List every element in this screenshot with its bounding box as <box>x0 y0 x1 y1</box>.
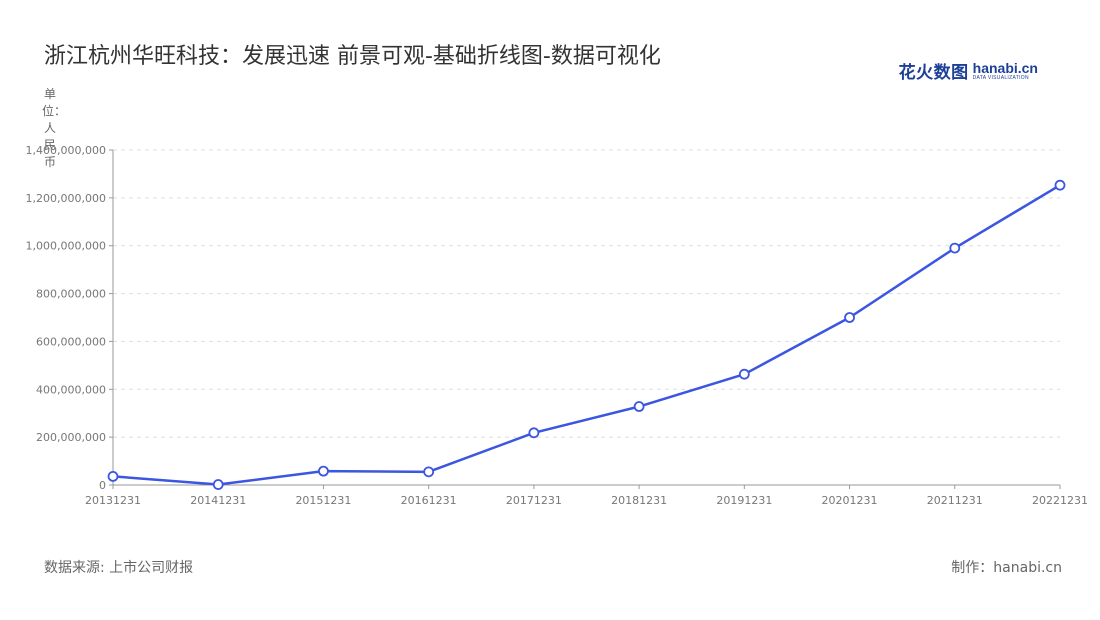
x-tick-label: 20141231 <box>190 494 246 507</box>
data-point[interactable] <box>318 465 329 477</box>
x-tick-label: 20211231 <box>927 494 983 507</box>
data-point[interactable] <box>844 312 855 323</box>
grid-lines <box>113 149 1060 438</box>
y-tick-label: 600,000,000 <box>36 335 106 348</box>
axes <box>109 149 1061 489</box>
x-tick-label: 20191231 <box>716 494 772 507</box>
data-points <box>107 179 1066 490</box>
y-tick-label: 800,000,000 <box>36 288 106 301</box>
x-tick-label: 20181231 <box>611 494 667 507</box>
x-tick-label: 20131231 <box>85 494 141 507</box>
series-line-group <box>112 184 1061 486</box>
x-tick-label: 20221231 <box>1032 494 1088 507</box>
data-point[interactable] <box>949 242 961 254</box>
data-point[interactable] <box>738 368 750 380</box>
data-point[interactable] <box>212 479 224 490</box>
y-tick-label: 1,000,000,000 <box>26 240 106 253</box>
data-point[interactable] <box>423 466 435 478</box>
y-tick-labels: 0 200,000,000 400,000,000 600,000,000 800,00… <box>26 144 106 492</box>
data-point[interactable] <box>107 470 119 482</box>
series-line <box>112 184 1061 486</box>
y-tick-label: 400,000,000 <box>36 383 106 396</box>
y-tick-label: 0 <box>99 479 106 492</box>
y-tick-label: 1,200,000,000 <box>26 192 106 205</box>
x-tick-label: 20201231 <box>822 494 878 507</box>
y-tick-label: 200,000,000 <box>36 431 106 444</box>
line-chart: 0 200,000,000 400,000,000 600,000,000 800,00… <box>26 144 1088 507</box>
y-tick-label: 1,400,000,000 <box>26 144 106 157</box>
x-tick-label: 20171231 <box>506 494 562 507</box>
x-tick-label: 20161231 <box>401 494 457 507</box>
data-point[interactable] <box>633 401 645 412</box>
x-tick-label: 20151231 <box>295 494 351 507</box>
maker-credit: 制作：hanabi.cn <box>951 560 1062 576</box>
x-tick-labels: 20131231 20141231 20151231 20161231 20171231… <box>85 494 1088 507</box>
data-point[interactable] <box>528 427 540 439</box>
data-source-note: 数据来源: 上市公司财报 <box>44 560 194 576</box>
data-point[interactable] <box>1054 179 1066 191</box>
